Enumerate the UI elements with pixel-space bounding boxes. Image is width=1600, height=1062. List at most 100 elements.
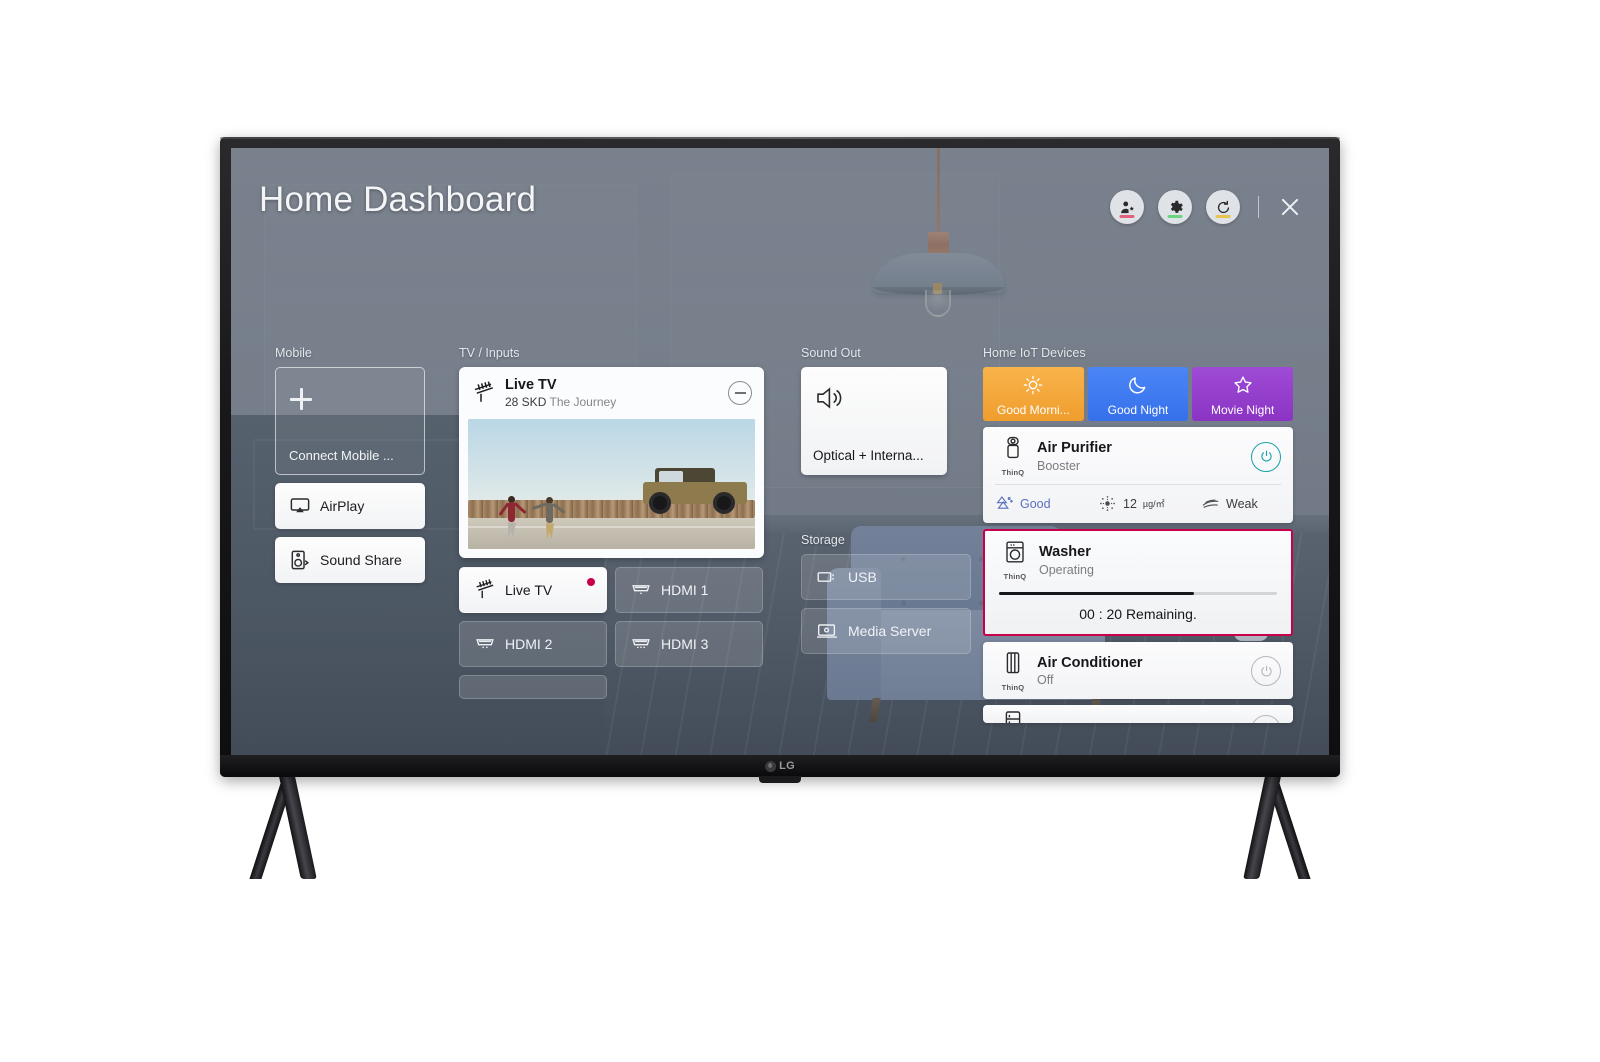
sound-share-label: Sound Share	[320, 552, 402, 568]
user-profile-underline	[1119, 215, 1135, 218]
air-conditioner-texts: Air Conditioner Off	[1037, 654, 1251, 689]
washer-icon	[1006, 541, 1024, 563]
air-purifier-texts: Air Purifier Booster	[1037, 439, 1251, 474]
input-tile-label: HDMI 1	[661, 582, 709, 598]
washer-header: ThinQ Washer Operating	[985, 531, 1291, 588]
mobile-section-label: Mobile	[275, 346, 312, 360]
sound-share-button[interactable]: Sound Share	[275, 537, 425, 583]
sound-out-tile[interactable]: Optical + Interna...	[801, 367, 947, 475]
sound-out-section: Sound Out Optical + Interna...	[801, 346, 947, 475]
washer-texts: Washer Operating	[1039, 543, 1279, 578]
scene-label: Good Night	[1107, 403, 1169, 417]
input-tile-live-tv[interactable]: Live TV	[459, 567, 607, 613]
input-tile-hdmi-2[interactable]: HDMI 2	[459, 621, 607, 667]
plus-icon	[290, 388, 312, 410]
iot-card-air-conditioner[interactable]: ThinQ Air Conditioner Off	[983, 641, 1293, 699]
scene-label: Movie Night	[1211, 403, 1275, 417]
scene-movie-night[interactable]: Movie Night	[1192, 367, 1294, 421]
device-state: Off	[1037, 673, 1054, 688]
mobile-section: Mobile Connect Mobile ... AirPlay Sound …	[275, 346, 425, 583]
tv-inputs-section-label: TV / Inputs	[459, 346, 520, 360]
storage-tile-media-server[interactable]: Media Server	[801, 608, 971, 654]
air-conditioner-icon	[1006, 651, 1020, 673]
home-iot-section: Home IoT Devices Good Morni... Good Nigh…	[983, 346, 1294, 723]
input-tile-label: HDMI 3	[661, 636, 709, 652]
washer-icon-block: ThinQ	[997, 540, 1033, 581]
airplay-icon	[290, 498, 310, 513]
connect-mobile-tile[interactable]: Connect Mobile ...	[275, 367, 425, 475]
page-title: Home Dashboard	[259, 180, 537, 219]
user-profile-button[interactable]	[1110, 190, 1144, 224]
refresh-icon	[1217, 200, 1229, 213]
media-server-icon	[817, 624, 837, 638]
television-set: Home Dashboard Mobile Connect Mobile ...…	[220, 137, 1340, 879]
lg-logo-text: LG	[779, 760, 795, 772]
live-tv-program: The Journey	[549, 394, 617, 409]
iot-card-air-purifier[interactable]: ThinQ Air Purifier Booster Good 12 µg/㎡ …	[983, 427, 1293, 523]
hdmi-icon	[632, 639, 650, 649]
lg-logo: LG	[765, 760, 795, 772]
tv-screen: Home Dashboard Mobile Connect Mobile ...…	[231, 148, 1329, 755]
refresh-underline	[1215, 215, 1231, 218]
metric-label: Weak	[1226, 496, 1258, 511]
live-tv-preview-image	[468, 419, 755, 549]
washer-progress-track	[999, 592, 1277, 595]
moon-icon	[1129, 377, 1146, 394]
air-quality-icon	[996, 496, 1013, 509]
input-tile-next-partial[interactable]	[459, 675, 607, 699]
airplay-label: AirPlay	[320, 498, 365, 514]
refresh-button[interactable]	[1206, 190, 1240, 224]
iot-card-washer[interactable]: ThinQ Washer Operating 00 : 20 Remaining…	[983, 529, 1293, 636]
power-toggle-air-conditioner[interactable]	[1251, 656, 1281, 686]
storage-tile-usb[interactable]: USB	[801, 554, 971, 600]
close-icon[interactable]	[1277, 194, 1303, 220]
air-conditioner-icon-block: ThinQ	[995, 651, 1031, 692]
live-tv-card-texts: Live TV 28 SKD The Journey	[505, 377, 616, 409]
metric-dust: 12 µg/㎡	[1098, 494, 1201, 513]
live-tv-card-header: Live TV 28 SKD The Journey	[459, 367, 764, 419]
device-name: Air Conditioner	[1037, 654, 1143, 671]
storage-tile-label: Media Server	[848, 623, 932, 639]
settings-underline	[1167, 215, 1183, 218]
tv-stand-leg-left	[279, 777, 317, 879]
scene-good-morning[interactable]: Good Morni...	[983, 367, 1084, 421]
lg-logo-mark	[765, 760, 777, 772]
washer-progress-fill	[999, 592, 1194, 595]
settings-button[interactable]	[1158, 190, 1192, 224]
power-toggle-air-purifier[interactable]	[1251, 441, 1281, 472]
sound-share-icon	[291, 550, 310, 570]
live-tv-preview-wrapper	[459, 419, 764, 558]
minus-circle-icon[interactable]	[728, 381, 752, 405]
ir-receiver-nub	[759, 776, 801, 783]
device-state: Booster	[1037, 458, 1081, 473]
antenna-icon	[476, 579, 494, 599]
input-tile-label: HDMI 2	[505, 636, 553, 652]
preview-vehicle	[633, 466, 751, 514]
power-icon	[1260, 665, 1272, 676]
device-name: Washer	[1039, 544, 1091, 561]
tv-inputs-section: TV / Inputs Live TV 28 SKD The Journey L…	[459, 346, 764, 699]
device-state: Operating	[1039, 562, 1094, 577]
airplay-button[interactable]: AirPlay	[275, 483, 425, 529]
storage-tile-label: USB	[848, 569, 877, 585]
live-tv-title: Live TV	[505, 376, 557, 393]
power-toggle-fridge[interactable]	[1251, 715, 1281, 723]
scene-good-night[interactable]: Good Night	[1087, 367, 1189, 421]
input-tile-hdmi-1[interactable]: HDMI 1	[615, 567, 763, 613]
sound-out-section-label: Sound Out	[801, 346, 861, 360]
star-icon	[1234, 376, 1252, 393]
input-tiles-grid: Live TV HDMI 1 HDMI 2 HDMI 3	[459, 567, 764, 699]
antenna-icon	[474, 381, 494, 402]
hdmi-icon	[476, 639, 494, 649]
sound-out-label: Optical + Interna...	[813, 448, 924, 463]
fridge-icon	[1005, 710, 1021, 723]
live-tv-card[interactable]: Live TV 28 SKD The Journey	[459, 367, 764, 558]
air-purifier-icon	[1007, 436, 1019, 459]
sun-icon	[1024, 375, 1043, 395]
action-divider	[1258, 196, 1259, 218]
device-name: Air Purifier	[1037, 440, 1112, 457]
input-tile-hdmi-3[interactable]: HDMI 3	[615, 621, 763, 667]
iot-card-fridge[interactable]: ThinQ Fridge	[983, 704, 1293, 723]
air-purifier-icon-block: ThinQ	[995, 436, 1031, 477]
power-icon	[1260, 450, 1272, 462]
